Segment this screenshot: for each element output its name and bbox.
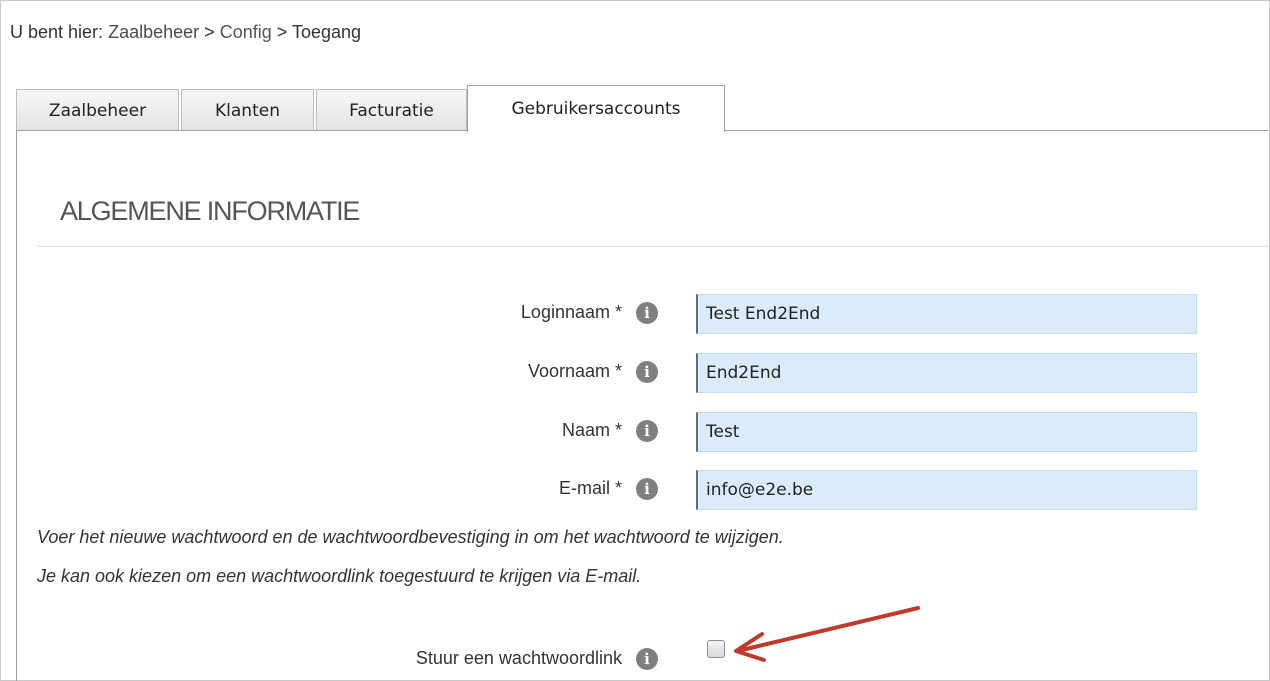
naam-input[interactable] <box>696 412 1197 452</box>
field-label-naam: Naam * <box>561 420 622 440</box>
tab-facturatie[interactable]: Facturatie <box>316 89 467 131</box>
loginnaam-input[interactable] <box>696 294 1197 334</box>
email-input[interactable] <box>696 470 1197 510</box>
breadcrumb: U bent hier: Zaalbeheer > Config > Toega… <box>10 22 361 43</box>
section-title: ALGEMENE INFORMATIE <box>60 196 360 226</box>
password-link-help-text: Je kan ook kiezen om een wachtwoordlink … <box>37 566 642 586</box>
info-icon[interactable]: i <box>636 420 658 442</box>
form-row-naam: Naam * i <box>0 412 1270 452</box>
info-icon[interactable]: i <box>636 361 658 383</box>
breadcrumb-item-config[interactable]: Config <box>220 22 272 42</box>
section-divider <box>37 246 1268 247</box>
tab-gebruikersaccounts[interactable]: Gebruikersaccounts <box>467 85 725 132</box>
form-row-password-link: Stuur een wachtwoordlink i <box>0 640 1270 680</box>
form-row-voornaam: Voornaam * i <box>0 353 1270 393</box>
breadcrumb-item-zaalbeheer[interactable]: Zaalbeheer <box>108 22 199 42</box>
field-label-loginnaam: Loginnaam * <box>520 302 622 322</box>
breadcrumb-item-toegang: Toegang <box>291 22 362 42</box>
tab-zaalbeheer[interactable]: Zaalbeheer <box>16 89 179 131</box>
breadcrumb-separator: > <box>204 22 215 42</box>
field-label-password-link: Stuur een wachtwoordlink <box>415 648 622 668</box>
form-row-email: E-mail * i <box>0 470 1270 510</box>
info-icon[interactable]: i <box>636 478 658 500</box>
form-row-loginnaam: Loginnaam * i <box>0 294 1270 334</box>
annotation-arrow-icon <box>734 606 920 662</box>
tab-klanten[interactable]: Klanten <box>181 89 314 131</box>
voornaam-input[interactable] <box>696 353 1197 393</box>
field-label-email: E-mail * <box>558 478 622 498</box>
breadcrumb-separator: > <box>276 22 288 42</box>
password-help-text: Voer het nieuwe wachtwoord en de wachtwo… <box>37 527 784 547</box>
breadcrumb-prefix: U bent hier: <box>10 22 104 42</box>
info-icon[interactable]: i <box>636 302 658 324</box>
field-label-voornaam: Voornaam * <box>527 361 622 381</box>
info-icon[interactable]: i <box>636 648 658 670</box>
